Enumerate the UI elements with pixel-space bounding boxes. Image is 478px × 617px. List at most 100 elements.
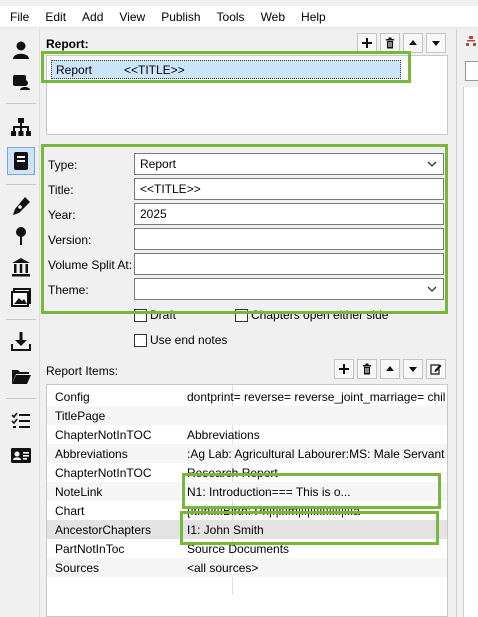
checklist-icon[interactable] <box>7 407 35 435</box>
version-label: Version: <box>48 233 92 247</box>
menu-file[interactable]: File <box>0 6 36 28</box>
row-key: PartNotInToc <box>55 541 125 556</box>
draft-checkbox[interactable] <box>134 308 147 322</box>
menu-tools[interactable]: Tools <box>208 6 252 28</box>
chapters-open-checkbox[interactable] <box>235 308 248 322</box>
id-card-icon[interactable] <box>7 441 35 469</box>
delete-item-button[interactable] <box>357 359 377 379</box>
chapters-checkbox-row[interactable]: Chapters open either side <box>235 308 388 322</box>
adjacent-panel-button[interactable] <box>465 61 478 81</box>
add-item-button[interactable] <box>334 359 354 379</box>
volume-split-label: Volume Split At: <box>48 258 133 272</box>
report-items-table[interactable]: Config dontprint= reverse= reverse_joint… <box>46 384 448 617</box>
table-row[interactable]: NoteLink N1: Introduction=== This is o..… <box>47 482 447 501</box>
report-section-label: Report: <box>46 37 89 51</box>
menu-help[interactable]: Help <box>292 6 333 28</box>
row-value: Source Documents <box>187 541 290 556</box>
left-toolbar <box>0 29 40 617</box>
row-value: Research Report <box>187 465 278 480</box>
pen-icon[interactable] <box>7 192 35 220</box>
chevron-down-icon <box>427 286 437 292</box>
download-icon[interactable] <box>7 327 35 355</box>
end-notes-label: Use end notes <box>150 333 228 347</box>
report-row-type: Report <box>56 62 93 77</box>
move-item-down-button[interactable] <box>403 359 423 379</box>
row-key: Abbreviations <box>55 446 128 461</box>
table-row-selected[interactable]: AncestorChapters I1: John Smith <box>47 520 447 539</box>
version-field[interactable] <box>134 228 444 250</box>
row-key: Sources <box>55 560 100 575</box>
person-card-icon[interactable] <box>7 67 35 95</box>
draft-checkbox-row[interactable]: Draft <box>134 308 176 322</box>
theme-label: Theme: <box>48 283 89 297</box>
up-icon <box>409 40 417 45</box>
picture-icon[interactable] <box>7 283 35 311</box>
title-label: Title: <box>48 183 74 197</box>
edit-item-button[interactable] <box>426 359 446 379</box>
volume-split-field[interactable] <box>134 253 444 275</box>
add-report-button[interactable] <box>357 33 377 53</box>
add-icon <box>362 38 372 48</box>
report-list-row[interactable]: Report <<TITLE>> <box>51 60 401 79</box>
type-select[interactable]: Report <box>134 153 444 175</box>
bank-icon[interactable] <box>7 253 35 281</box>
table-row[interactable]: Config dontprint= reverse= reverse_joint… <box>47 387 447 406</box>
adjacent-panel-content <box>463 87 478 617</box>
chevron-down-icon <box>427 161 437 167</box>
row-key: ChapterNotInTOC <box>55 465 152 480</box>
title-field[interactable]: <<TITLE>> <box>134 178 444 200</box>
row-key: TitlePage <box>55 408 106 423</box>
row-value: I1: John Smith <box>187 522 264 537</box>
menu-publish[interactable]: Publish <box>152 6 207 28</box>
menu-web[interactable]: Web <box>252 6 292 28</box>
table-row[interactable]: Sources <all sources> <box>47 558 447 577</box>
move-item-up-button[interactable] <box>380 359 400 379</box>
year-field[interactable]: 2025 <box>134 203 444 225</box>
theme-select[interactable] <box>134 278 444 300</box>
type-label: Type: <box>48 158 78 172</box>
add-icon <box>339 364 349 374</box>
menu-bar: File Edit Add View Publish Tools Web Hel… <box>0 6 478 28</box>
table-row[interactable]: ChapterNotInTOC Abbreviations <box>47 425 447 444</box>
move-report-up-button[interactable] <box>403 33 423 53</box>
row-value: Abbreviations <box>187 427 260 442</box>
table-row[interactable]: PartNotInToc Source Documents <box>47 539 447 558</box>
delete-icon <box>386 37 394 49</box>
chapters-open-label: Chapters open either side <box>251 308 389 322</box>
edit-icon <box>430 364 442 375</box>
menu-edit[interactable]: Edit <box>36 6 73 28</box>
pin-icon[interactable] <box>7 222 35 250</box>
book-icon[interactable] <box>7 147 35 175</box>
menu-view[interactable]: View <box>110 6 152 28</box>
row-key: NoteLink <box>55 484 103 499</box>
table-row[interactable]: Chart [!t!!n!l!!Birth: Pri|f|l!!m|l!|l!!… <box>47 501 447 520</box>
toolbar-separator <box>6 398 36 399</box>
person-icon[interactable] <box>7 36 35 64</box>
toolbar-separator <box>6 103 36 104</box>
row-value: <all sources> <box>187 560 259 575</box>
table-row[interactable]: Abbreviations :Ag Lab: Agricultural Labo… <box>47 444 447 463</box>
row-key: ChapterNotInTOC <box>55 427 152 442</box>
year-label: Year: <box>48 208 76 222</box>
draft-label: Draft <box>150 308 177 322</box>
row-key: AncestorChapters <box>55 522 152 537</box>
row-value: N1: Introduction=== This is o... <box>187 484 351 499</box>
down-icon <box>409 367 417 372</box>
type-value: Report <box>140 157 177 171</box>
table-row[interactable]: TitlePage <box>47 406 447 425</box>
move-report-down-button[interactable] <box>426 33 446 53</box>
tree-icon[interactable] <box>7 113 35 141</box>
folder-icon[interactable] <box>7 362 35 390</box>
adjacent-panel <box>456 29 478 617</box>
delete-report-button[interactable] <box>380 33 400 53</box>
report-items-label: Report Items: <box>46 364 119 378</box>
report-list[interactable]: Report <<TITLE>> <box>46 55 448 135</box>
endnotes-checkbox-row[interactable]: Use end notes <box>134 333 227 347</box>
end-notes-checkbox[interactable] <box>134 333 147 347</box>
delete-icon <box>363 363 371 375</box>
year-value: 2025 <box>140 207 167 221</box>
report-row-title: <<TITLE>> <box>124 62 185 77</box>
toolbar-separator <box>6 319 36 320</box>
table-row[interactable]: ChapterNotInTOC Research Report <box>47 463 447 482</box>
menu-add[interactable]: Add <box>73 6 110 28</box>
